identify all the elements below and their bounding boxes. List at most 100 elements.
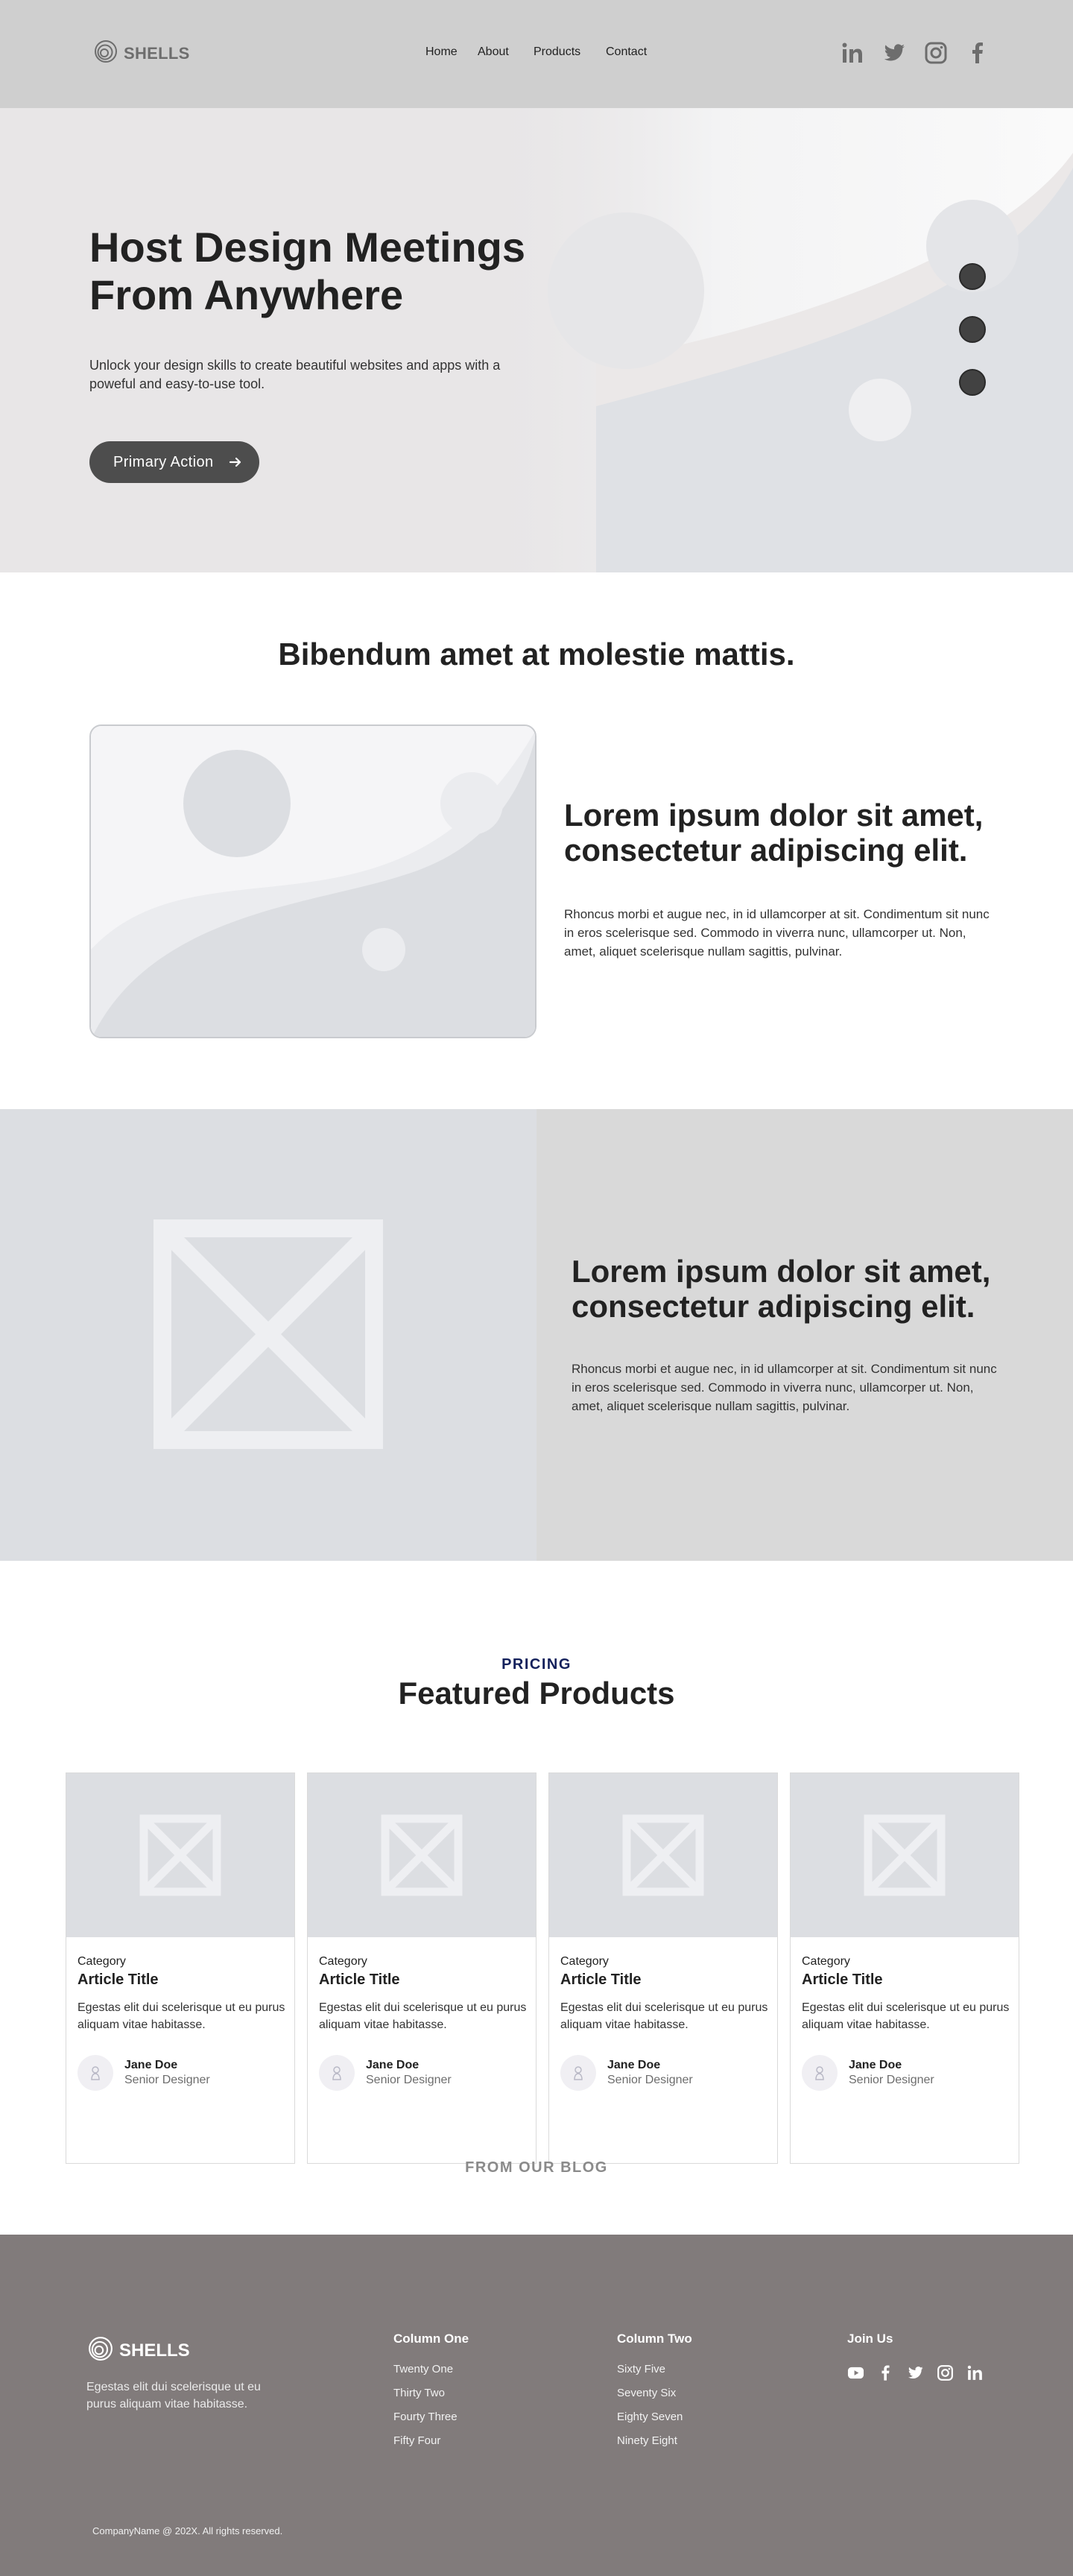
instagram-icon[interactable] (924, 41, 948, 65)
card-author-name: Jane Doe (607, 2059, 661, 2071)
card-title[interactable]: Article Title (802, 1972, 883, 1989)
person-icon (332, 2066, 341, 2080)
feature-body: Rhoncus morbi et augue nec, in id ullamc… (564, 907, 990, 959)
footer-link[interactable]: Eighty Seven (617, 2411, 692, 2434)
hero-title: Host Design Meetings From Anywhere (89, 224, 525, 318)
footer-link[interactable]: Fifty Four (393, 2434, 469, 2458)
hero-section: Host Design Meetings From Anywhere Unloc… (0, 108, 1073, 572)
card-author-role: Senior Designer (366, 2074, 452, 2086)
featured-products-title: Featured Products (398, 1676, 675, 1711)
card-title[interactable]: Article Title (319, 1972, 400, 1989)
footer-social-links (847, 2364, 984, 2381)
concentric-circles-icon (88, 2336, 113, 2365)
card-author-role: Senior Designer (607, 2074, 693, 2086)
join-us-title: Join Us (847, 2332, 893, 2346)
split-text-panel (536, 1109, 1073, 1561)
footer-tagline: Egestas elit dui scelerisque ut eu purus… (86, 2381, 261, 2411)
product-card[interactable]: Category Article Title Egestas elit dui … (790, 1772, 1019, 2164)
twitter-icon[interactable] (882, 41, 906, 65)
footer-column-title: Column One (393, 2332, 469, 2346)
arrow-right-icon (228, 455, 243, 470)
image-placeholder-icon (381, 1814, 463, 1896)
blog-section-label: FROM OUR BLOG (465, 2159, 608, 2176)
image-placeholder-icon (153, 1219, 383, 1449)
feature-illustration (89, 724, 536, 1038)
nav-home-link[interactable]: Home (425, 45, 478, 59)
split-heading: Lorem ipsum dolor sit amet, consectetur … (572, 1254, 991, 1324)
brand-logo[interactable]: SHELLS (94, 40, 190, 67)
card-title[interactable]: Article Title (560, 1972, 642, 1989)
nav-contact-link[interactable]: Contact (606, 45, 651, 59)
footer-link[interactable]: Twenty One (393, 2363, 469, 2387)
image-placeholder-icon (622, 1814, 704, 1896)
youtube-icon[interactable] (847, 2364, 864, 2381)
slider-dot-1[interactable] (959, 263, 986, 290)
card-author-role: Senior Designer (124, 2074, 210, 2086)
card-image-placeholder (66, 1773, 294, 1937)
card-image-placeholder (791, 1773, 1019, 1937)
card-category: Category (802, 1955, 850, 1968)
primary-action-label: Primary Action (113, 453, 214, 470)
footer-link[interactable]: Seventy Six (617, 2387, 692, 2411)
image-placeholder-icon (139, 1814, 221, 1896)
footer-brand-logo[interactable]: SHELLS (88, 2336, 190, 2365)
pricing-eyebrow: PRICING (501, 1656, 572, 1673)
nav-about-link[interactable]: About (478, 45, 534, 59)
avatar (77, 2055, 113, 2091)
card-image-placeholder (549, 1773, 777, 1937)
footer-brand-name: SHELLS (119, 2340, 190, 2361)
person-icon (574, 2066, 583, 2080)
slider-dot-2[interactable] (959, 316, 986, 343)
brand-name: SHELLS (124, 43, 190, 63)
avatar (802, 2055, 838, 2091)
image-placeholder-icon (864, 1814, 946, 1896)
avatar (319, 2055, 355, 2091)
top-nav: SHELLS Home About Products Contact (0, 0, 1073, 108)
card-author-name: Jane Doe (124, 2059, 178, 2071)
twitter-icon[interactable] (907, 2364, 924, 2381)
hero-slider-dots (959, 263, 986, 422)
avatar (560, 2055, 596, 2091)
card-description: Egestas elit dui scelerisque ut eu purus… (802, 2001, 1010, 2031)
card-description: Egestas elit dui scelerisque ut eu purus… (560, 2001, 768, 2031)
hero-subtitle: Unlock your design skills to create beau… (89, 358, 501, 391)
footer-column-title: Column Two (617, 2332, 692, 2346)
facebook-icon[interactable] (966, 41, 990, 65)
card-category: Category (319, 1955, 367, 1968)
product-card[interactable]: Category Article Title Egestas elit dui … (307, 1772, 536, 2164)
linkedin-icon[interactable] (841, 41, 864, 65)
site-footer: SHELLS Egestas elit dui scelerisque ut e… (0, 2235, 1073, 2576)
instagram-icon[interactable] (937, 2364, 954, 2381)
card-image-placeholder (308, 1773, 536, 1937)
footer-link[interactable]: Thirty Two (393, 2387, 469, 2411)
card-title[interactable]: Article Title (77, 1972, 159, 1989)
product-card[interactable]: Category Article Title Egestas elit dui … (66, 1772, 295, 2164)
product-card[interactable]: Category Article Title Egestas elit dui … (548, 1772, 778, 2164)
main-menu: Home About Products Contact (425, 45, 651, 59)
card-author-role: Senior Designer (849, 2074, 934, 2086)
card-description: Egestas elit dui scelerisque ut eu purus… (77, 2001, 285, 2031)
feature-heading: Lorem ipsum dolor sit amet, consectetur … (564, 798, 984, 868)
footer-link[interactable]: Fourty Three (393, 2411, 469, 2434)
slider-dot-3[interactable] (959, 369, 986, 396)
footer-link[interactable]: Ninety Eight (617, 2434, 692, 2458)
card-author-name: Jane Doe (849, 2059, 902, 2071)
feature-section-title: Bibendum amet at molestie mattis. (278, 637, 795, 672)
footer-column-one: Column One Twenty One Thirty Two Fourty … (393, 2332, 469, 2458)
card-author-name: Jane Doe (366, 2059, 420, 2071)
card-category: Category (560, 1955, 609, 1968)
split-body: Rhoncus morbi et augue nec, in id ullamc… (572, 1362, 997, 1413)
person-icon (91, 2066, 100, 2080)
footer-link[interactable]: Sixty Five (617, 2363, 692, 2387)
card-category: Category (77, 1955, 126, 1968)
copyright-text: CompanyName @ 202X. All rights reserved. (92, 2525, 283, 2536)
person-icon (815, 2066, 824, 2080)
concentric-circles-icon (94, 40, 118, 67)
footer-column-two: Column Two Sixty Five Seventy Six Eighty… (617, 2332, 692, 2458)
header-social-links (841, 41, 990, 65)
linkedin-icon[interactable] (966, 2364, 984, 2381)
primary-action-button[interactable]: Primary Action (89, 441, 259, 483)
footer-join-us: Join Us (847, 2332, 893, 2363)
facebook-icon[interactable] (877, 2364, 894, 2381)
nav-products-link[interactable]: Products (534, 45, 606, 59)
